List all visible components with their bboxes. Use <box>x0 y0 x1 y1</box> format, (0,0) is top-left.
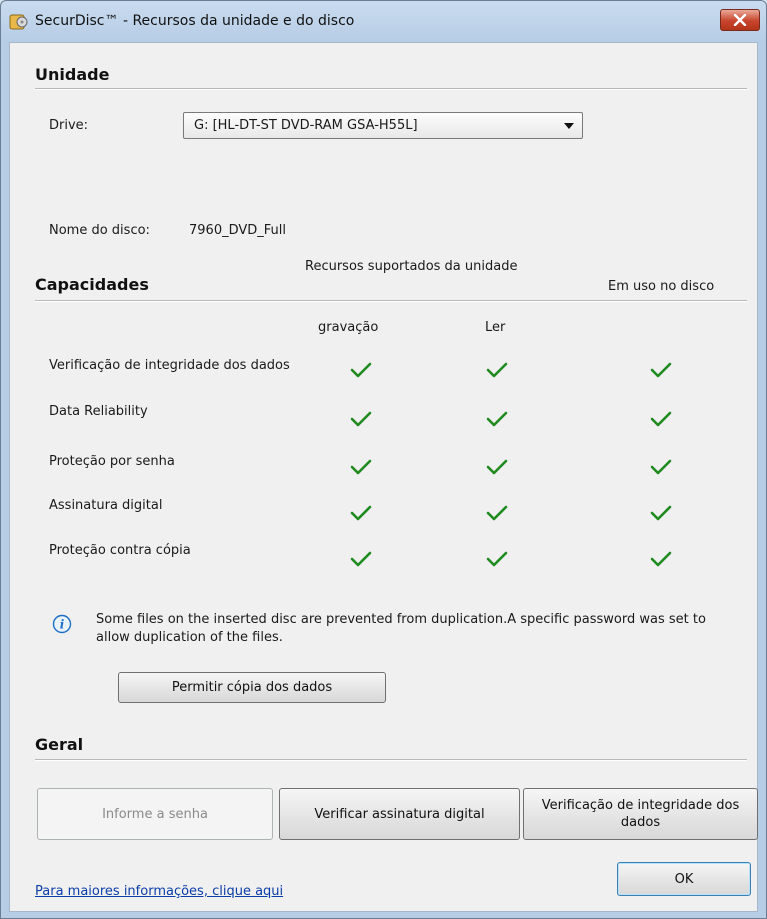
check-icon <box>486 505 508 521</box>
divider <box>35 88 747 90</box>
section-title-unidade: Unidade <box>35 65 110 84</box>
divider <box>35 300 747 302</box>
feature-label-digital-signature: Assinatura digital <box>49 498 163 513</box>
check-icon <box>486 411 508 427</box>
section-title-geral: Geral <box>35 735 84 754</box>
window-title: SecurDisc™ - Recursos da unidade e do di… <box>35 13 355 29</box>
enter-password-button[interactable]: Informe a senha <box>37 788 273 840</box>
dialog-content: Unidade Drive: G: [HL-DT-ST DVD-RAM GSA-… <box>9 42 758 912</box>
more-info-link[interactable]: Para maiores informações, clique aqui <box>35 884 283 899</box>
feature-label-password-protection: Proteção por senha <box>49 454 175 469</box>
check-icon <box>350 362 372 378</box>
disc-name-label: Nome do disco: <box>49 223 150 238</box>
drive-select-value: G: [HL-DT-ST DVD-RAM GSA-H55L] <box>194 118 418 133</box>
drive-label: Drive: <box>49 118 89 133</box>
check-icon <box>350 551 372 567</box>
check-icon <box>650 459 672 475</box>
check-icon <box>650 411 672 427</box>
close-icon <box>733 14 747 26</box>
column-header-write: gravação <box>318 320 379 335</box>
integrity-check-button[interactable]: Verificação de integridade dos dados <box>523 788 758 840</box>
check-icon <box>650 505 672 521</box>
info-icon: i <box>52 614 72 634</box>
column-header-read: Ler <box>485 320 506 335</box>
info-message: Some files on the inserted disc are prev… <box>96 612 706 645</box>
allow-copy-button[interactable]: Permitir cópia dos dados <box>118 672 386 703</box>
check-icon <box>350 411 372 427</box>
dialog-window: SecurDisc™ - Recursos da unidade e do di… <box>0 0 767 919</box>
check-icon <box>650 551 672 567</box>
disc-name-value: 7960_DVD_Full <box>189 223 286 238</box>
svg-text:i: i <box>60 618 65 632</box>
check-icon <box>350 505 372 521</box>
ok-button[interactable]: OK <box>617 862 751 896</box>
chevron-down-icon <box>564 123 574 129</box>
title-bar[interactable]: SecurDisc™ - Recursos da unidade e do di… <box>1 1 766 43</box>
section-title-capacidades: Capacidades <box>35 275 149 294</box>
divider <box>35 759 747 761</box>
check-icon <box>350 459 372 475</box>
feature-label-copy-protection: Proteção contra cópia <box>49 543 191 558</box>
check-icon <box>486 362 508 378</box>
feature-label-integrity: Verificação de integridade dos dados <box>49 358 290 373</box>
securdisc-app-icon <box>9 12 29 32</box>
check-icon <box>486 551 508 567</box>
in-use-header: Em uso no disco <box>608 279 715 294</box>
drive-select[interactable]: G: [HL-DT-ST DVD-RAM GSA-H55L] <box>183 112 583 139</box>
check-icon <box>486 459 508 475</box>
close-button[interactable] <box>720 9 760 31</box>
verify-signature-button[interactable]: Verificar assinatura digital <box>279 788 520 840</box>
check-icon <box>650 362 672 378</box>
feature-label-data-reliability: Data Reliability <box>49 404 148 419</box>
supported-features-header: Recursos suportados da unidade <box>305 259 518 274</box>
